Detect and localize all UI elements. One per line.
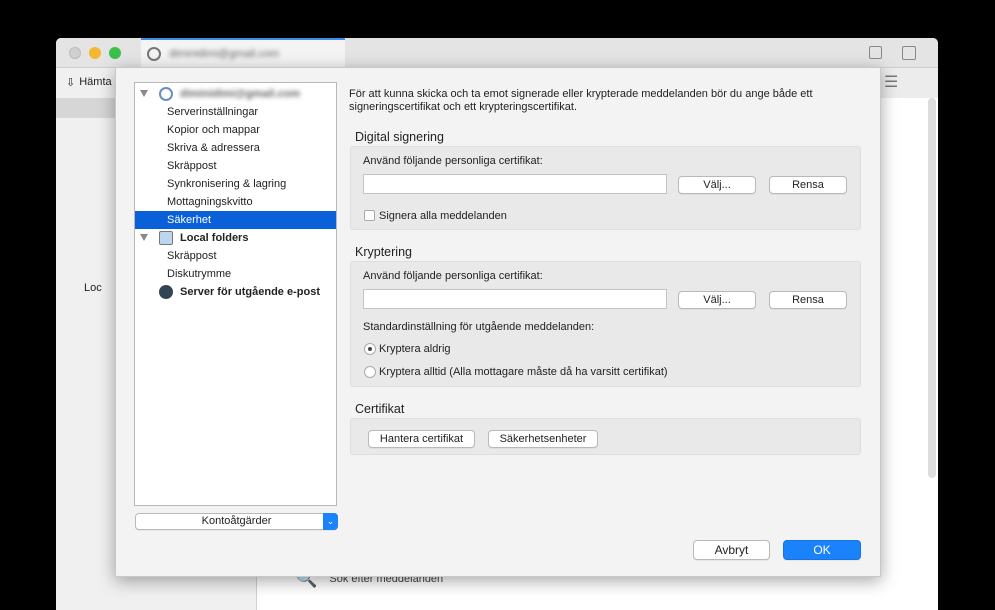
signing-cert-label: Använd följande personliga certifikat:: [363, 155, 543, 167]
tree-item-selected[interactable]: Säkerhet: [135, 211, 336, 229]
account-icon: [159, 87, 173, 101]
tree-item[interactable]: Serverinställningar: [135, 103, 336, 121]
signing-heading: Digital signering: [355, 130, 444, 144]
intro-text: För att kunna skicka och ta emot signera…: [349, 88, 813, 113]
close-button[interactable]: [69, 47, 81, 59]
encrypt-never-label: Kryptera aldrig: [379, 343, 451, 355]
local-folders-row[interactable]: Loc: [84, 282, 102, 294]
tree-item[interactable]: Synkronisering & lagring: [135, 175, 336, 193]
ok-button[interactable]: OK: [783, 540, 861, 560]
computer-icon: [159, 231, 173, 245]
menu-icon[interactable]: ☰: [884, 72, 898, 92]
encryption-select-button[interactable]: Välj...: [678, 291, 756, 309]
account-actions-dropdown[interactable]: Kontoåtgärder ⌄: [135, 513, 338, 530]
encryption-cert-label: Använd följande personliga certifikat:: [363, 270, 543, 282]
tree-item[interactable]: Skräppost: [135, 157, 336, 175]
get-messages-button[interactable]: ⇩ Hämta: [66, 76, 112, 89]
certificates-heading: Certifikat: [355, 402, 405, 416]
minimize-button[interactable]: [89, 47, 101, 59]
disclosure-triangle-icon: [140, 90, 148, 97]
encrypt-always-radio[interactable]: [364, 366, 376, 378]
zoom-button[interactable]: [109, 47, 121, 59]
manage-certificates-button[interactable]: Hantera certifikat: [368, 430, 475, 448]
download-icon: ⇩: [66, 77, 76, 89]
tree-item[interactable]: Skräppost: [135, 247, 336, 265]
cancel-button[interactable]: Avbryt: [693, 540, 770, 560]
account-lock-icon: [147, 47, 161, 61]
calendar-icon[interactable]: [869, 46, 882, 59]
encryption-cert-field[interactable]: [363, 289, 667, 309]
tasks-icon[interactable]: [902, 46, 916, 60]
sign-all-checkbox[interactable]: [364, 210, 375, 221]
encryption-clear-button[interactable]: Rensa: [769, 291, 847, 309]
title-bar: diminidimi@gmail.com: [56, 38, 938, 68]
tree-item[interactable]: Skriva & adressera: [135, 139, 336, 157]
tree-item[interactable]: Kopior och mappar: [135, 121, 336, 139]
tree-account[interactable]: diminidimi@gmail.com: [135, 85, 336, 103]
tree-item[interactable]: Mottagningskvitto: [135, 193, 336, 211]
encrypt-never-radio[interactable]: [364, 343, 376, 355]
signing-cert-field[interactable]: [363, 174, 667, 194]
signing-select-button[interactable]: Välj...: [678, 176, 756, 194]
account-settings-dialog: diminidimi@gmail.com Serverinställningar…: [115, 67, 881, 577]
scrollbar[interactable]: [928, 98, 936, 478]
tab-account[interactable]: diminidimi@gmail.com: [141, 38, 345, 68]
encryption-heading: Kryptering: [355, 245, 412, 259]
tree-item[interactable]: Diskutrymme: [135, 265, 336, 283]
encrypt-always-label: Kryptera alltid (Alla mottagare måste då…: [379, 366, 668, 378]
signing-clear-button[interactable]: Rensa: [769, 176, 847, 194]
default-encryption-label: Standardinställning för utgående meddela…: [363, 321, 595, 333]
account-tree: diminidimi@gmail.com Serverinställningar…: [134, 82, 337, 506]
security-devices-button[interactable]: Säkerhetsenheter: [488, 430, 598, 448]
tree-outgoing-server[interactable]: Server för utgående e-post: [135, 283, 336, 301]
sign-all-label: Signera alla meddelanden: [379, 210, 507, 222]
outgoing-server-icon: [159, 285, 173, 299]
tree-local-folders[interactable]: Local folders: [135, 229, 336, 247]
disclosure-triangle-icon: [140, 234, 148, 241]
chevron-down-icon: ⌄: [323, 513, 338, 530]
